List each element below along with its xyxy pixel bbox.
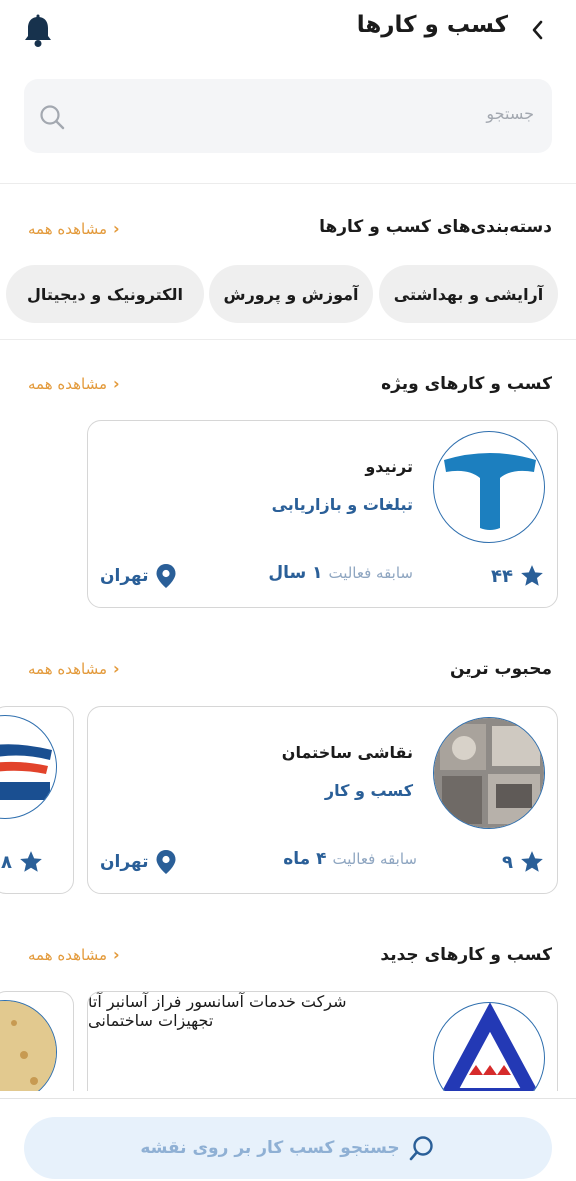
location-pin-icon <box>156 850 176 874</box>
chevron-left-icon: ‹ <box>113 219 120 238</box>
see-all-label: مشاهده همه <box>28 945 108 964</box>
divider <box>0 339 576 340</box>
page-title: کسب و کارها <box>356 12 508 38</box>
chevron-left-icon: ‹ <box>113 374 120 393</box>
search-input[interactable]: جستجو <box>24 79 552 153</box>
app-header: کسب و کارها <box>0 0 576 62</box>
rating: ۸ <box>1 849 44 875</box>
bell-icon[interactable] <box>22 14 54 48</box>
experience: سابقه فعالیت ۱ سال <box>268 563 413 583</box>
category-chip-electronics[interactable]: الکترونیک و دیجیتال <box>6 265 204 323</box>
rating-value: ۹ <box>502 851 513 873</box>
experience: سابقه فعالیت ۴ ماه <box>283 849 417 869</box>
location-pin-icon <box>156 564 176 588</box>
business-card-partial[interactable] <box>0 991 74 1091</box>
experience-value: ۱ سال <box>268 563 323 583</box>
city: تهران <box>100 566 149 586</box>
bottom-bar: جستجو کسب کار بر روی نقشه <box>0 1098 576 1181</box>
chevron-left-icon: ‹ <box>113 945 120 964</box>
painting-photo-icon <box>434 718 544 828</box>
rating-value: ۴۴ <box>491 565 513 587</box>
category-chip-cosmetics[interactable]: آرایشی و بهداشتی <box>379 265 558 323</box>
star-icon <box>521 851 543 872</box>
see-all-label: مشاهده همه <box>28 659 108 678</box>
star-icon <box>20 851 42 872</box>
newest-title: کسب و کارهای جدید <box>380 945 552 965</box>
category-chip-education[interactable]: آموزش و پرورش <box>209 265 373 323</box>
divider <box>0 183 576 184</box>
rating: ۴۴ <box>491 563 545 589</box>
business-logo <box>0 715 57 819</box>
experience-label: سابقه فعالیت <box>332 850 417 868</box>
see-all-label: مشاهده همه <box>28 374 108 393</box>
popular-title: محبوب ترین <box>449 659 552 679</box>
rating: ۹ <box>502 849 545 875</box>
location: تهران <box>100 849 177 875</box>
business-card-featured[interactable]: ترنیدو تبلغات و بازاریابی ۴۴ سابقه فعالی… <box>87 420 558 608</box>
search-icon <box>40 105 65 130</box>
business-category: کسب و کار <box>324 781 413 800</box>
featured-title: کسب و کارهای ویژه <box>381 374 552 394</box>
city: تهران <box>100 852 149 872</box>
business-logo <box>0 1000 57 1091</box>
popular-see-all-link[interactable]: ‹ مشاهده همه <box>28 659 120 678</box>
map-search-button[interactable]: جستجو کسب کار بر روی نقشه <box>24 1117 552 1179</box>
business-name: نقاشی ساختمان <box>281 743 413 762</box>
location: تهران <box>100 563 177 589</box>
categories-see-all-link[interactable]: ‹ مشاهده همه <box>28 219 120 238</box>
business-logo <box>433 431 545 543</box>
business-category: تبلغات و بازاریابی <box>271 495 413 514</box>
search-icon <box>409 1136 433 1161</box>
map-search-label: جستجو کسب کار بر روی نقشه <box>140 1138 400 1158</box>
categories-title: دسته‌بندی‌های کسب و کارها <box>319 217 552 237</box>
rating-value: ۸ <box>1 851 12 873</box>
business-card-newest[interactable]: شرکت خدمات آسانسور فراز آسانبر آتا تجهیز… <box>87 991 558 1091</box>
bread-photo-icon <box>0 1001 56 1091</box>
trendo-logo-icon <box>444 453 536 530</box>
star-icon <box>521 565 543 586</box>
chinidar-logo-icon <box>0 744 52 800</box>
business-card-popular[interactable]: نقاشی ساختمان کسب و کار ۹ سابقه فعالیت ۴… <box>87 706 558 894</box>
chevron-left-icon: ‹ <box>113 659 120 678</box>
experience-label: سابقه فعالیت <box>328 564 413 582</box>
newest-see-all-link[interactable]: ‹ مشاهده همه <box>28 945 120 964</box>
business-card-partial[interactable]: ۸ <box>0 706 74 894</box>
chevron-left-icon[interactable] <box>528 16 548 44</box>
search-placeholder: جستجو <box>486 104 534 123</box>
see-all-label: مشاهده همه <box>28 219 108 238</box>
business-name: ترنیدو <box>365 457 413 476</box>
business-logo <box>433 717 545 829</box>
featured-see-all-link[interactable]: ‹ مشاهده همه <box>28 374 120 393</box>
experience-value: ۴ ماه <box>283 849 327 869</box>
